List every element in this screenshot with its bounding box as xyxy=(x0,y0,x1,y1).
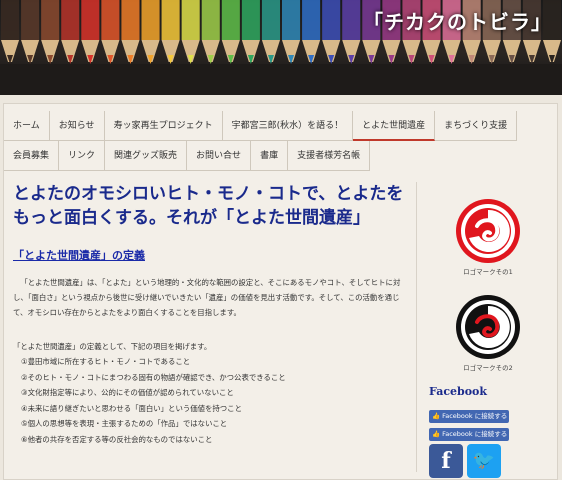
sidebar: ロゴマークその1 ロゴマークその2 Facebook 👍 Facebook に接続… xyxy=(416,182,559,478)
criteria-item: ⑤個人の思想等を表現・主張するための「作品」ではないこと xyxy=(21,419,228,429)
logo-2-caption: ロゴマークその2 xyxy=(463,364,513,372)
main-content: とよたのオモシロいヒト・モノ・コトで、とよたをもっと面白くする。それが「とよた世… xyxy=(5,182,413,472)
nav-item-3[interactable]: 宇都宮三郎(秋水）を語る！ xyxy=(222,111,354,141)
logo-mark-1[interactable] xyxy=(455,198,521,264)
logo-mark-2[interactable] xyxy=(455,294,521,360)
pencil-body xyxy=(141,0,160,40)
pencil-body xyxy=(61,0,80,40)
pencil-body xyxy=(241,0,260,40)
facebook-heading: Facebook xyxy=(429,385,488,398)
main-nav: ホーム お知らせ 寿ッ家再生プロジェクト 宇都宮三郎(秋水）を語る！ とよた世間遺産 まち… xyxy=(4,111,557,171)
nav-item-1[interactable]: お知らせ xyxy=(49,111,105,141)
pencil-body xyxy=(41,0,60,40)
pencil-body xyxy=(342,0,361,40)
nav-item-2[interactable]: 寿ッ家再生プロジェクト xyxy=(104,111,223,141)
nav-item-10[interactable]: 書庫 xyxy=(251,141,289,171)
logo-1-block: ロゴマークその1 xyxy=(417,198,559,276)
facebook-connect-button-2[interactable]: 👍 Facebook に接続する xyxy=(429,428,509,441)
logo-2-block: ロゴマークその2 xyxy=(417,294,559,372)
pencil-body xyxy=(261,0,280,40)
criteria-item: ②そのヒト・モノ・コトにまつわる固有の物語が確認でき、かつ公表できること xyxy=(21,372,286,382)
nav-item-4[interactable]: とよた世間遺産 xyxy=(353,111,436,141)
pencil-body xyxy=(181,0,200,40)
thumbs-up-icon: 👍 xyxy=(432,412,441,420)
site-title[interactable]: 「チカクのトビラ」 xyxy=(363,6,552,35)
nav-item-9[interactable]: お問い合せ xyxy=(187,141,252,171)
logo-1-caption: ロゴマークその1 xyxy=(463,268,513,276)
facebook-connect-button-1[interactable]: 👍 Facebook に接続する xyxy=(429,410,509,423)
criteria-item: ⑥他者の共存を否定する等の反社会的なものではないこと xyxy=(21,434,213,444)
pencil-body xyxy=(21,0,40,40)
pencil-body xyxy=(282,0,301,40)
nav-item-7[interactable]: リンク xyxy=(59,141,106,171)
nav-item-8[interactable]: 関連グッズ販売 xyxy=(105,141,188,171)
definition-paragraph: 「とよた世間遺産」は、「とよた」という地理的・文化的な範囲の設定と、そこにあるモ… xyxy=(13,278,401,317)
facebook-connect-label-2: Facebook に接続する xyxy=(442,430,508,438)
pencil-body xyxy=(322,0,341,40)
section-heading: 「とよた世間遺産」の定義 xyxy=(13,249,145,262)
banner-shadow xyxy=(0,64,562,95)
criteria-list: ①豊田市域に所在するヒト・モノ・コトであること ②そのヒト・モノ・コトにまつわる固… xyxy=(5,354,413,448)
page-title: とよたのオモシロいヒト・モノ・コトで、とよたをもっと面白くする。それが「とよた世… xyxy=(13,184,404,228)
criteria-intro: 「とよた世間遺産」の定義として、下記の項目を掲げます。 xyxy=(13,342,212,351)
pencil-body xyxy=(1,0,20,40)
nav-item-6[interactable]: 会員募集 xyxy=(4,141,60,171)
facebook-connect-label-1: Facebook に接続する xyxy=(442,412,508,420)
facebook-icon[interactable]: f xyxy=(429,444,463,478)
nav-item-0[interactable]: ホーム xyxy=(4,111,50,141)
pencil-body xyxy=(302,0,321,40)
header-banner: 「チカクのトビラ」 xyxy=(0,0,562,95)
criteria-item: ③文化財指定等により、公的にその価値が認められていないこと xyxy=(21,388,234,398)
pencil-body xyxy=(121,0,140,40)
twitter-icon[interactable]: 🐦 xyxy=(467,444,501,478)
pencil-body xyxy=(81,0,100,40)
criteria-item: ①豊田市域に所在するヒト・モノ・コトであること xyxy=(21,357,191,366)
nav-item-5[interactable]: まちづくり支援 xyxy=(435,111,518,141)
pencil-body xyxy=(161,0,180,40)
pencil-body xyxy=(201,0,220,40)
pencil-body xyxy=(221,0,240,40)
pencil-body xyxy=(101,0,120,40)
thumbs-up-icon: 👍 xyxy=(432,430,441,438)
criteria-item: ④未来に語り継ぎたいと思わせる「面白い」という価値を持つこと xyxy=(21,403,242,413)
nav-item-11[interactable]: 支援者様芳名帳 xyxy=(288,141,371,171)
